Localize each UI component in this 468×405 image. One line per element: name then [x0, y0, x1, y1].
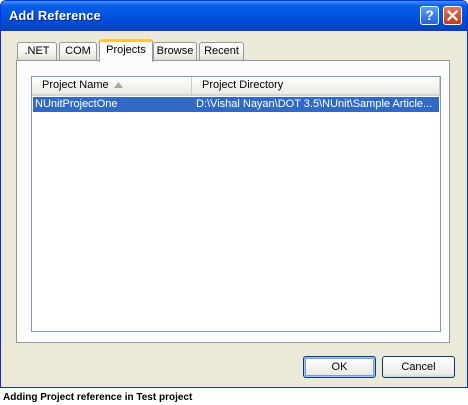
- add-reference-dialog: Add Reference ? .NET COM Projects Browse…: [0, 0, 468, 388]
- list-item[interactable]: NUnitProjectOne D:\Vishal Nayan\DOT 3.5\…: [33, 97, 439, 112]
- column-header-project-name[interactable]: Project Name: [32, 77, 192, 96]
- tab-dotnet[interactable]: .NET: [17, 42, 57, 60]
- tab-com[interactable]: COM: [59, 42, 97, 60]
- projects-tab-panel: Project Name Project Directory NUnitProj…: [16, 60, 450, 343]
- close-button[interactable]: [443, 6, 462, 25]
- column-header-project-directory[interactable]: Project Directory: [192, 77, 440, 96]
- close-icon: [447, 10, 458, 21]
- title-bar[interactable]: Add Reference ?: [1, 1, 467, 31]
- tab-browse[interactable]: Browse: [153, 42, 197, 60]
- figure-caption: Adding Project reference in Test project: [3, 392, 193, 403]
- tab-recent[interactable]: Recent: [199, 42, 244, 60]
- help-button[interactable]: ?: [420, 6, 439, 25]
- project-name-cell: NUnitProjectOne: [35, 98, 118, 110]
- ok-button[interactable]: OK: [303, 356, 376, 378]
- dialog-title: Add Reference: [9, 8, 101, 23]
- project-directory-cell: D:\Vishal Nayan\DOT 3.5\NUnit\Sample Art…: [196, 98, 433, 110]
- help-icon: ?: [425, 7, 434, 23]
- cancel-button[interactable]: Cancel: [382, 356, 455, 378]
- project-list[interactable]: Project Name Project Directory NUnitProj…: [31, 76, 441, 332]
- column-label: Project Directory: [202, 79, 284, 91]
- column-label: Project Name: [42, 79, 109, 91]
- sort-ascending-icon: [114, 82, 123, 88]
- tab-projects[interactable]: Projects: [99, 39, 153, 62]
- list-header: Project Name Project Directory: [32, 77, 440, 96]
